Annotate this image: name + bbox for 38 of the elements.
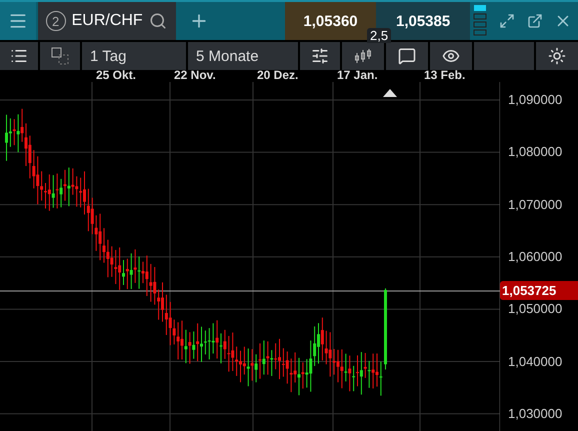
instrument-number: 2: [46, 11, 66, 31]
level-bars-icon: [473, 4, 489, 38]
date-label: 13 Feb.: [424, 68, 466, 82]
list-icon: [10, 47, 28, 65]
date-label: 17 Jan.: [337, 68, 378, 82]
date-label: 25 Okt.: [96, 68, 136, 82]
price-axis-label: 1,030000: [508, 406, 562, 421]
list-button[interactable]: [0, 42, 38, 70]
price-axis-label: 1,040000: [508, 354, 562, 368]
speech-bubble-icon: [398, 47, 416, 65]
instrument-button[interactable]: 2 EUR/CHF: [38, 2, 176, 40]
range-dropdown[interactable]: 5 Monate: [188, 42, 298, 70]
settings-button[interactable]: [536, 42, 578, 70]
price-axis-label: 1,090000: [508, 92, 562, 107]
price-axis-label: 1,060000: [508, 248, 562, 264]
sliders-icon: [311, 47, 329, 65]
triangle-marker-icon[interactable]: [383, 89, 397, 97]
settings-sliders-button[interactable]: [300, 42, 340, 70]
price-axis-label: 1,070000: [508, 196, 562, 212]
comment-button[interactable]: [386, 42, 428, 70]
settings-icon: [548, 47, 566, 65]
spread-label: 2,5: [367, 28, 392, 43]
layout-button[interactable]: [40, 42, 80, 70]
instrument-symbol: EUR/CHF: [72, 12, 143, 30]
expand-icon: [498, 13, 515, 29]
interval-dropdown[interactable]: 1 Tag: [82, 42, 186, 70]
date-label: 22 Nov.: [174, 68, 216, 82]
pop-out-icon: [526, 13, 542, 29]
price-axis-label: 1,050000: [508, 301, 562, 316]
eye-icon: [442, 47, 460, 65]
chart-type-button[interactable]: [342, 42, 384, 70]
date-label: 20 Dez.: [257, 68, 298, 82]
candles-icon: [354, 47, 372, 65]
eye-button[interactable]: [430, 42, 472, 70]
search-icon: [148, 12, 167, 30]
last-price-label: 1,053725: [500, 281, 578, 300]
price-axis-label: 1,080000: [508, 144, 562, 160]
layout-icon: [51, 47, 69, 65]
